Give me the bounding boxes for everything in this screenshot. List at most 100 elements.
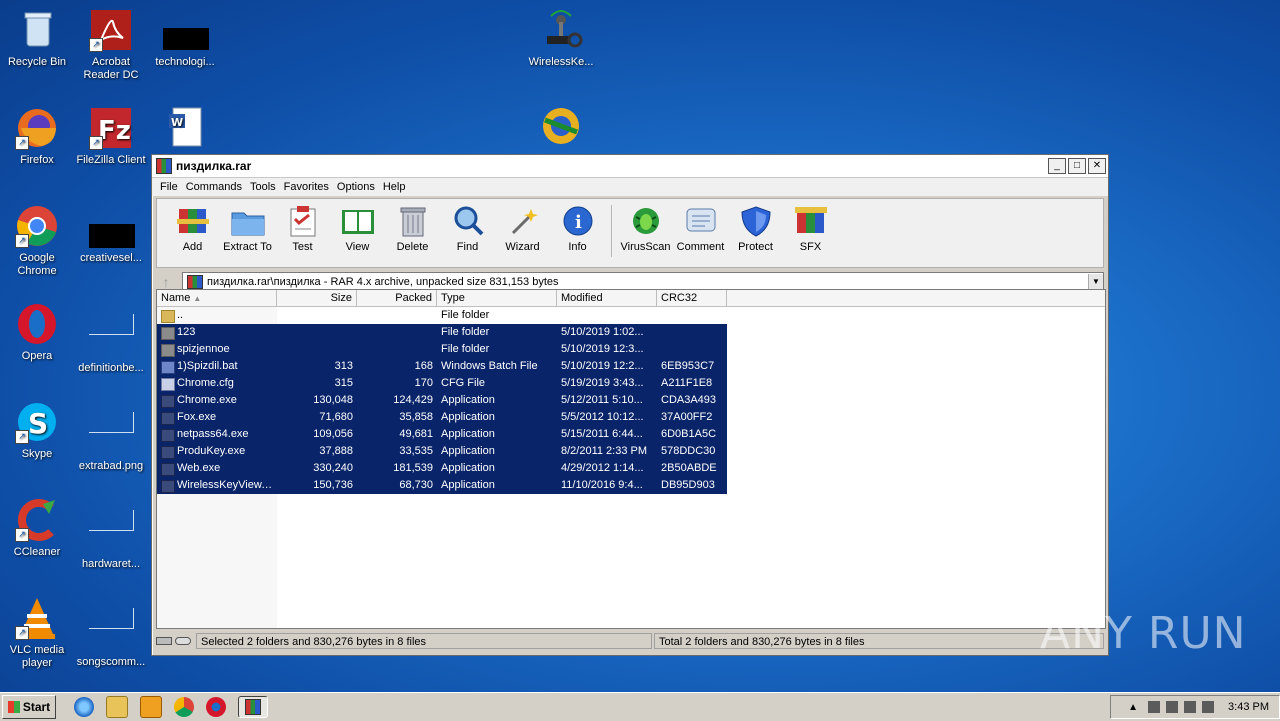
column-header-packed[interactable]: Packed <box>357 290 437 306</box>
clock[interactable]: 3:43 PM <box>1228 701 1269 713</box>
comment-button[interactable]: Comment <box>673 205 728 253</box>
opera-taskbar-icon[interactable] <box>206 697 226 717</box>
desktop-icon-firefox[interactable]: ↗ Firefox <box>0 106 74 167</box>
column-header-modified[interactable]: Modified <box>557 290 657 306</box>
desktop-icon-ccleaner[interactable]: ↗ CCleaner <box>0 498 74 559</box>
title-bar[interactable]: пиздилка.rar _ □ ✕ <box>152 155 1108 178</box>
svg-text:i: i <box>575 212 582 233</box>
desktop-icon-creativesel[interactable]: creativesel... <box>74 204 148 265</box>
wizard-button[interactable]: Wizard <box>495 205 550 253</box>
desktop-icon-extrabad[interactable]: extrabad.png <box>74 400 148 473</box>
chrome-taskbar-icon[interactable] <box>174 697 194 717</box>
info-button[interactable]: i Info <box>550 205 605 253</box>
close-button[interactable]: ✕ <box>1088 158 1106 174</box>
network-icon[interactable] <box>1148 701 1161 713</box>
sfx-button[interactable]: SFX <box>783 205 838 253</box>
opera-icon <box>15 302 59 346</box>
menu-tools[interactable]: Tools <box>246 181 280 193</box>
table-row[interactable]: Chrome.exe 130,048 124,429 Application 5/1… <box>157 392 1105 409</box>
recycle-bin-icon <box>15 8 59 52</box>
magnifier-icon <box>450 205 486 237</box>
desktop-icon-acrobat[interactable]: ↗ Acrobat Reader DC <box>74 8 148 82</box>
blank-file-icon <box>89 412 134 456</box>
shortcut-arrow-icon: ↗ <box>89 136 103 150</box>
desktop-icon-wirelesskey[interactable]: WirelessKe... <box>524 8 598 69</box>
volume-icon[interactable] <box>1184 701 1197 713</box>
test-button[interactable]: Test <box>275 205 330 253</box>
column-header-name[interactable]: Name ▲ <box>157 290 277 306</box>
desktop-icon-word-document[interactable]: W <box>148 106 222 154</box>
table-row[interactable]: 123 File folder 5/10/2019 1:02... <box>157 324 1105 341</box>
desktop-icon-songscomm[interactable]: songscomm... <box>74 596 148 669</box>
flag-icon[interactable] <box>1202 701 1215 713</box>
desktop-icon-skype[interactable]: S ↗ Skype <box>0 400 74 461</box>
desktop-icon-recycle-bin[interactable]: Recycle Bin <box>0 8 74 69</box>
protect-button[interactable]: Protect <box>728 205 783 253</box>
chrome-icon: ↗ <box>15 204 59 248</box>
view-button[interactable]: View <box>330 205 385 253</box>
wireless-key-icon <box>539 8 583 52</box>
magic-wand-icon <box>505 205 541 237</box>
chevron-down-icon[interactable]: ▼ <box>1088 274 1103 290</box>
drive-icon[interactable] <box>156 637 196 645</box>
action-center-icon[interactable] <box>1166 701 1179 713</box>
column-header-size[interactable]: Size <box>277 290 357 306</box>
acrobat-icon: ↗ <box>89 8 133 52</box>
desktop-icon-technologi[interactable]: technologi... <box>148 8 222 69</box>
table-row[interactable]: spizjennoe File folder 5/10/2019 12:3... <box>157 341 1105 358</box>
application-icon <box>161 395 175 408</box>
desktop-icon-app[interactable] <box>524 100 598 148</box>
folder-extract-icon <box>230 205 266 237</box>
blank-file-icon <box>89 510 134 554</box>
redacted-icon <box>89 204 135 248</box>
desktop-icon-hardwaret[interactable]: hardwaret... <box>74 498 148 571</box>
table-row[interactable]: Web.exe 330,240 181,539 Application 4/29/2… <box>157 460 1105 477</box>
shortcut-arrow-icon: ↗ <box>15 136 29 150</box>
menu-commands[interactable]: Commands <box>182 181 246 193</box>
desktop-icon-opera[interactable]: Opera <box>0 302 74 363</box>
table-row[interactable]: Chrome.cfg 315 170 CFG File 5/19/2019 3:43… <box>157 375 1105 392</box>
winrar-icon <box>245 699 261 715</box>
sfx-archive-icon <box>793 205 829 237</box>
ie-icon[interactable] <box>74 697 94 717</box>
maximize-button[interactable]: □ <box>1068 158 1086 174</box>
archive-icon <box>187 275 203 289</box>
bug-icon <box>628 205 664 237</box>
vlc-icon: ↗ <box>15 596 59 640</box>
start-button[interactable]: Start <box>2 695 56 719</box>
ccleaner-icon: ↗ <box>15 498 59 542</box>
table-row[interactable]: netpass64.exe 109,056 49,681 Application 5… <box>157 426 1105 443</box>
column-header-crc32[interactable]: CRC32 <box>657 290 727 306</box>
desktop-icon-label: Opera <box>21 350 53 362</box>
extract-to-button[interactable]: Extract To <box>220 205 275 253</box>
menu-favorites[interactable]: Favorites <box>280 181 333 193</box>
desktop-icon-chrome[interactable]: ↗ Google Chrome <box>0 204 74 278</box>
desktop-icon-vlc[interactable]: ↗ VLC media player <box>0 596 74 670</box>
explorer-folder-icon[interactable] <box>106 696 128 718</box>
table-row[interactable]: WirelessKeyView.... 150,736 68,730 Applic… <box>157 477 1105 494</box>
table-row[interactable]: Fox.exe 71,680 35,858 Application 5/5/2012… <box>157 409 1105 426</box>
media-player-icon[interactable] <box>140 696 162 718</box>
column-header-type[interactable]: Type <box>437 290 557 306</box>
menu-options[interactable]: Options <box>333 181 379 193</box>
virusscan-button[interactable]: VirusScan <box>618 205 673 253</box>
desktop-icon-definitionbe[interactable]: definitionbe... <box>74 302 148 375</box>
skype-icon: S ↗ <box>15 400 59 444</box>
find-button[interactable]: Find <box>440 205 495 253</box>
table-row[interactable]: .. File folder <box>157 307 1105 324</box>
winrar-taskbar-button[interactable] <box>238 696 268 718</box>
table-row[interactable]: ProduKey.exe 37,888 33,535 Application 8/2… <box>157 443 1105 460</box>
shortcut-arrow-icon: ↗ <box>89 38 103 52</box>
system-tray: ▲ 3:43 PM <box>1110 695 1280 719</box>
menu-file[interactable]: File <box>156 181 182 193</box>
add-button[interactable]: Add <box>165 205 220 253</box>
desktop-icon-filezilla[interactable]: Fz ↗ FileZilla Client <box>74 106 148 167</box>
application-icon <box>161 412 175 425</box>
tray-expand-icon[interactable]: ▲ <box>1128 702 1138 713</box>
minimize-button[interactable]: _ <box>1048 158 1066 174</box>
desktop-icon-label: definitionbe... <box>78 362 144 374</box>
delete-button[interactable]: Delete <box>385 205 440 253</box>
table-row[interactable]: 1)Spizdil.bat 313 168 Windows Batch File 5… <box>157 358 1105 375</box>
batch-file-icon <box>161 361 175 374</box>
menu-help[interactable]: Help <box>379 181 410 193</box>
